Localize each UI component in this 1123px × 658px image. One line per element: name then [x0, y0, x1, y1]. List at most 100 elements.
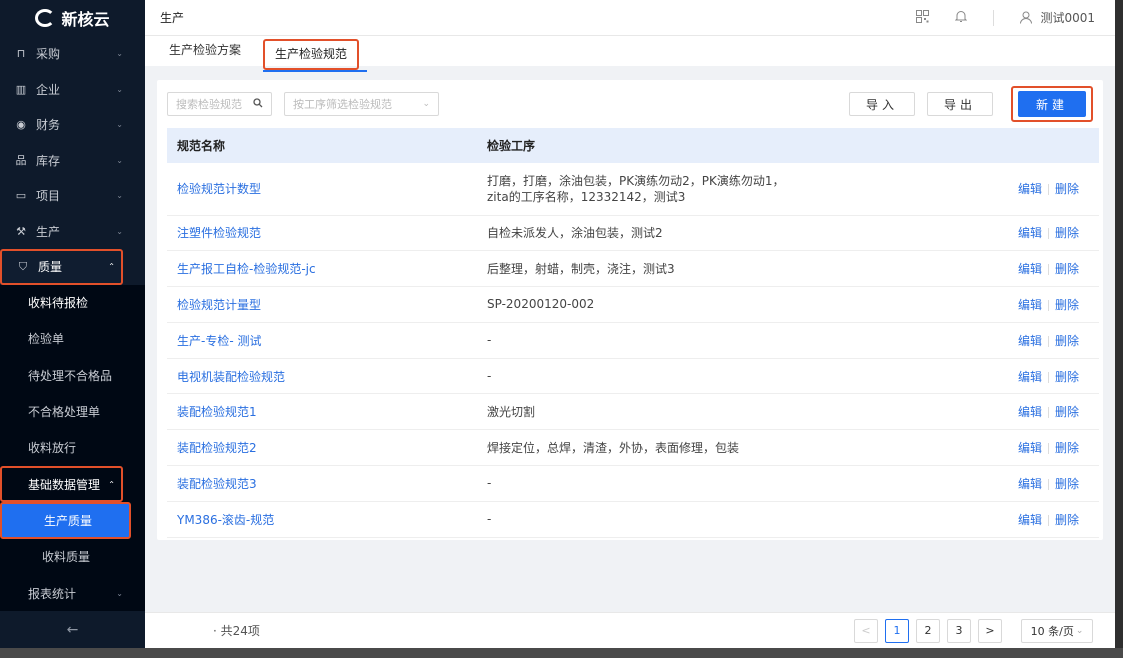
topbar-actions: 测试0001 [916, 9, 1115, 26]
spec-name-link[interactable]: 检验规范计数型 [167, 163, 477, 216]
sidebar-item-label: 项目 [36, 189, 61, 204]
sidebar-group-basic-data[interactable]: 基础数据管理 ⌃ [0, 465, 123, 503]
sidebar-item-reports[interactable]: 报表统计 ⌄ [0, 575, 145, 611]
spec-name-link[interactable]: 装配检验规范3 [167, 465, 477, 502]
sidebar-item-production[interactable]: ⚒ 生产 ⌄ [0, 214, 145, 250]
row-actions: 编辑 删除 [1007, 358, 1099, 395]
topbar: 生产 测试0001 [145, 0, 1115, 36]
page-button-3[interactable]: 3 [947, 618, 971, 643]
sidebar-subitem-receiving-quality[interactable]: 收料质量 [0, 539, 145, 575]
row-actions: 编辑 删除 [1007, 465, 1099, 502]
chevron-down-icon: ⌄ [422, 99, 430, 109]
arrow-left-icon: ← [66, 622, 79, 638]
delete-link[interactable]: 删除 [1055, 262, 1079, 276]
table-row: 装配检验规范2 焊接定位，总焊，清渣，外协，表面修理，包装 编辑 删除 [167, 429, 1099, 467]
page-size-value: 10 条/页 [1030, 624, 1074, 638]
delete-link[interactable]: 删除 [1055, 226, 1079, 240]
table-row: 装配检验规范3- 编辑 删除 [167, 465, 1099, 502]
process-filter-select[interactable]: 按工序筛选检验规范 ⌄ [284, 92, 439, 116]
prev-page-button[interactable]: < [854, 618, 878, 643]
search-icon [253, 97, 263, 111]
bell-icon[interactable] [955, 10, 968, 26]
logo-text: 新核云 [61, 10, 110, 29]
quality-submenu: 收料待报检 检验单 待处理不合格品 不合格处理单 收料放行 基础数据管理 ⌃ 生… [0, 284, 145, 612]
sidebar-subitem-inspection-order[interactable]: 检验单 [0, 321, 145, 357]
delete-link[interactable]: 删除 [1055, 182, 1079, 196]
qr-code-icon[interactable] [916, 9, 930, 26]
delete-link[interactable]: 删除 [1055, 405, 1079, 419]
spec-process-line: - [487, 512, 492, 527]
edit-link[interactable]: 编辑 [1018, 182, 1042, 196]
edit-link[interactable]: 编辑 [1018, 513, 1042, 527]
divider [1047, 371, 1049, 383]
sidebar-subitem-pending-nonconforming[interactable]: 待处理不合格品 [0, 357, 145, 393]
edit-link[interactable]: 编辑 [1018, 334, 1042, 348]
edit-link[interactable]: 编辑 [1018, 226, 1042, 240]
search-input[interactable]: 搜索检验规范 [167, 92, 272, 116]
spec-process-line: - [487, 369, 492, 384]
edit-link[interactable]: 编辑 [1018, 298, 1042, 312]
warehouse-icon: 品 [15, 154, 27, 168]
delete-link[interactable]: 删除 [1055, 477, 1079, 491]
spec-name-link[interactable]: 装配检验规范2 [167, 429, 477, 467]
next-page-button[interactable]: > [978, 618, 1002, 643]
spec-name-link[interactable]: 注塑件检验规范 [167, 215, 477, 252]
row-actions: 编辑 删除 [1007, 429, 1099, 467]
sidebar-item-quality[interactable]: ⛉ 质量 ⌃ [0, 249, 123, 285]
tab-inspection-spec[interactable]: 生产检验规范 [263, 39, 368, 72]
spec-name-link[interactable]: 生产-专检- 测试 [167, 322, 477, 359]
sidebar-subitem-receiving-inspection[interactable]: 收料待报检 [0, 285, 145, 321]
spec-name-link[interactable]: 生产报工自检-检验规范-jc [167, 250, 477, 288]
user-menu[interactable]: 测试0001 [1020, 9, 1095, 26]
divider [1047, 228, 1049, 240]
export-button[interactable]: 导出 [927, 92, 993, 116]
edit-link[interactable]: 编辑 [1018, 405, 1042, 419]
spec-process-line: - [487, 333, 492, 348]
column-header-name: 规范名称 [167, 128, 477, 163]
spec-process-cell: 自检未派发人，涂油包装，测试2 [477, 215, 1008, 252]
page-button-1[interactable]: 1 [885, 618, 909, 643]
delete-link[interactable]: 删除 [1055, 370, 1079, 384]
sidebar-subitem-production-quality[interactable]: 生产质量 [0, 502, 131, 539]
sidebar-item-enterprise[interactable]: ▥ 企业 ⌄ [0, 72, 145, 108]
shield-icon: ⛉ [18, 259, 28, 273]
sidebar-item-purchase[interactable]: ⊓ 采购 ⌄ [0, 36, 145, 72]
import-button[interactable]: 导入 [849, 92, 915, 116]
spec-process-line: 自检未派发人，涂油包装，测试2 [487, 225, 663, 240]
building-icon: ▥ [15, 82, 27, 96]
spec-name-link[interactable]: 电视机装配检验规范 [167, 358, 477, 395]
edit-link[interactable]: 编辑 [1018, 441, 1042, 455]
folder-icon: ▭ [15, 189, 27, 203]
new-button[interactable]: 新建 [1018, 91, 1086, 117]
chevron-down-icon: ⌄ [116, 226, 123, 236]
sidebar-collapse-button[interactable]: ← [0, 612, 145, 648]
delete-link[interactable]: 删除 [1055, 441, 1079, 455]
edit-link[interactable]: 编辑 [1018, 370, 1042, 384]
edit-link[interactable]: 编辑 [1018, 477, 1042, 491]
sidebar-subitem-nonconforming-orders[interactable]: 不合格处理单 [0, 393, 145, 429]
content-card: 搜索检验规范 按工序筛选检验规范 ⌄ 导入 导出 新建 规范名称 检验工序 检验… [157, 80, 1103, 540]
logo-icon [35, 9, 56, 27]
sidebar-item-inventory[interactable]: 品 库存 ⌄ [0, 143, 145, 179]
pagination: < 1 2 3 > 10 条/页 ⌄ [854, 618, 1115, 643]
page-button-2[interactable]: 2 [916, 618, 940, 643]
row-actions: 编辑 删除 [1007, 163, 1099, 216]
sidebar-subitem-receiving-release[interactable]: 收料放行 [0, 430, 145, 466]
spec-name-link[interactable]: 检验规范计量型 [167, 286, 477, 323]
sidebar-item-finance[interactable]: ◉ 财务 ⌄ [0, 107, 145, 143]
sidebar-subitem-label: 收料待报检 [28, 296, 89, 311]
sidebar-item-project[interactable]: ▭ 项目 ⌄ [0, 178, 145, 214]
tab-inspection-plan[interactable]: 生产检验方案 [159, 41, 251, 66]
delete-link[interactable]: 删除 [1055, 513, 1079, 527]
delete-link[interactable]: 删除 [1055, 298, 1079, 312]
delete-link[interactable]: 删除 [1055, 334, 1079, 348]
spec-table: 规范名称 检验工序 检验规范计数型 打磨，打磨，涂油包装，PK演练勿动2，PK演练… [167, 128, 1099, 538]
pagination-footer: · 共24项 < 1 2 3 > 10 条/页 ⌄ [145, 612, 1115, 648]
spec-process-cell: 打磨，打磨，涂油包装，PK演练勿动2，PK演练勿动1， zita的工序名称，123… [477, 163, 1008, 216]
edit-link[interactable]: 编辑 [1018, 262, 1042, 276]
spec-name-link[interactable]: YM386-滚齿-规范 [167, 501, 477, 538]
spec-process-line: 焊接定位，总焊，清渣，外协，表面修理，包装 [487, 440, 740, 455]
divider [1047, 514, 1049, 526]
spec-name-link[interactable]: 装配检验规范1 [167, 393, 477, 431]
page-size-select[interactable]: 10 条/页 ⌄ [1021, 618, 1093, 643]
